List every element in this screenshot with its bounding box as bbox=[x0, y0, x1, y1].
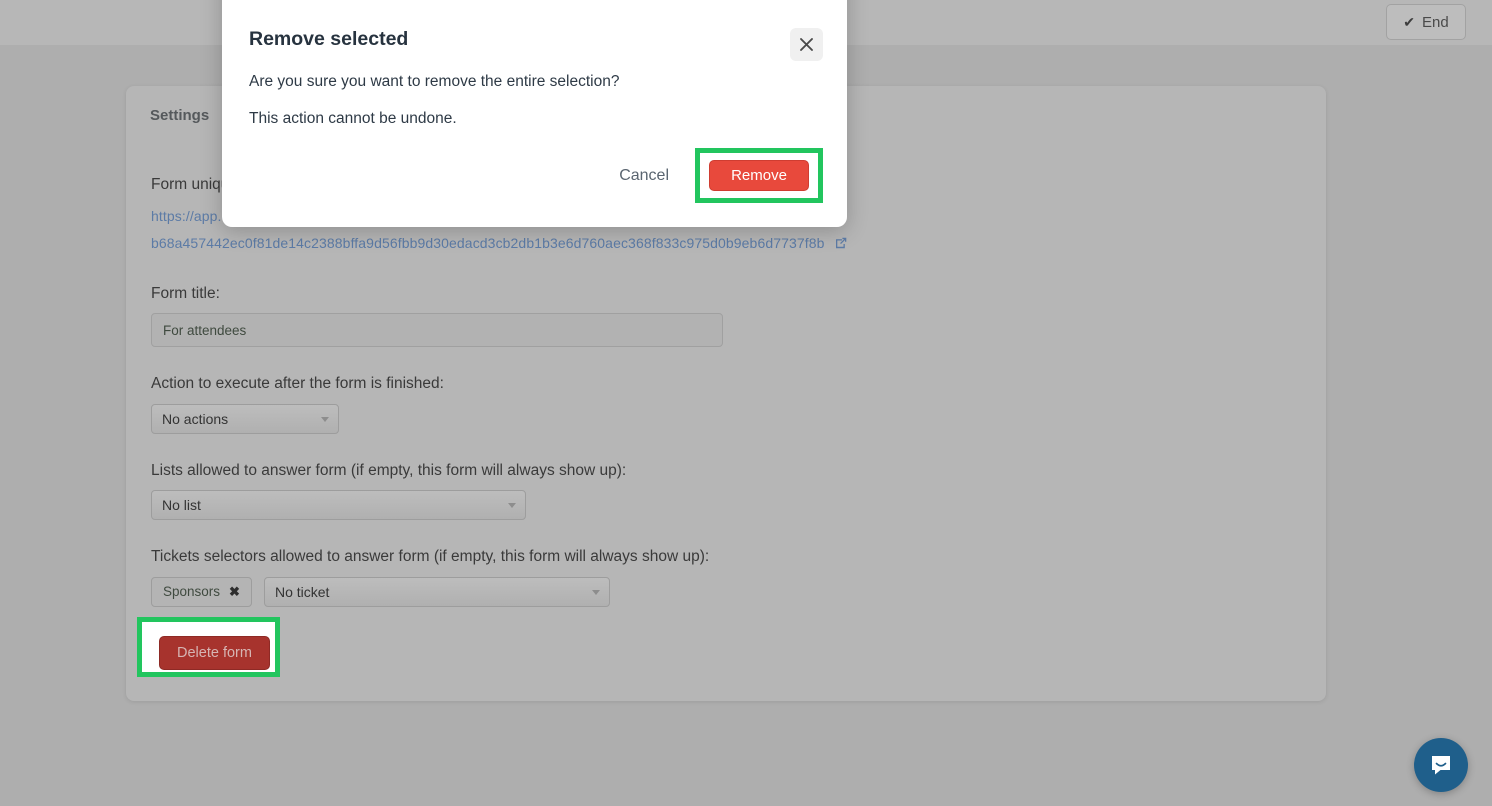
tickets-select-value: No ticket bbox=[274, 583, 330, 600]
external-link-icon[interactable] bbox=[834, 233, 848, 257]
close-icon[interactable] bbox=[790, 28, 823, 61]
lists-select-value: No list bbox=[162, 497, 201, 514]
lists-label: Lists allowed to answer form (if empty, … bbox=[151, 461, 627, 479]
action-select[interactable]: No actions bbox=[151, 403, 339, 434]
cancel-button[interactable]: Cancel bbox=[605, 159, 683, 193]
form-title-label: Form title: bbox=[151, 284, 220, 302]
delete-form-button[interactable]: Delete form bbox=[159, 636, 270, 670]
modal-footer: Cancel Remove bbox=[605, 148, 823, 203]
remove-button[interactable]: Remove bbox=[709, 160, 809, 191]
remove-selected-modal: Remove selected Are you sure you want to… bbox=[222, 0, 847, 227]
ticket-chip-sponsors[interactable]: Sponsors ✖ bbox=[151, 576, 252, 607]
remove-button-highlight: Remove bbox=[695, 148, 823, 203]
check-icon: ✔ bbox=[1403, 14, 1416, 30]
tickets-select[interactable]: No ticket bbox=[263, 576, 610, 607]
action-label: Action to execute after the form is fini… bbox=[151, 375, 444, 393]
close-x-icon[interactable]: ✖ bbox=[229, 584, 240, 600]
lists-select[interactable]: No list bbox=[151, 490, 526, 521]
chevron-down-icon bbox=[591, 589, 600, 595]
chevron-down-icon bbox=[321, 416, 329, 422]
end-button[interactable]: ✔ End bbox=[1386, 4, 1466, 40]
chat-bubble-icon bbox=[1432, 756, 1450, 775]
modal-title: Remove selected bbox=[249, 28, 409, 50]
modal-body: Are you sure you want to remove the enti… bbox=[249, 74, 820, 147]
settings-form: Form unique url: https://app.example.com… bbox=[151, 174, 1306, 607]
chat-widget-button[interactable] bbox=[1414, 738, 1468, 792]
chevron-down-icon bbox=[508, 503, 516, 509]
tickets-row: Sponsors ✖ No ticket bbox=[151, 576, 1306, 607]
tab-settings[interactable]: Settings bbox=[144, 103, 215, 128]
app-root: ✔ End Settings Form unique url: https://… bbox=[0, 0, 1492, 806]
action-select-value: No actions bbox=[162, 410, 229, 427]
form-title-input[interactable]: For attendees bbox=[151, 313, 723, 348]
modal-body-line-2: This action cannot be undone. bbox=[249, 109, 457, 127]
ticket-chip-label: Sponsors bbox=[163, 584, 221, 599]
form-unique-url-line-2[interactable]: b68a457442ec0f81de14c2388bffa9d56fbb9d30… bbox=[151, 231, 1306, 257]
tickets-label: Tickets selectors allowed to answer form… bbox=[151, 548, 710, 566]
end-button-label: End bbox=[1422, 13, 1449, 31]
delete-form-highlight: Delete form bbox=[137, 617, 280, 677]
form-unique-url-line-2-text: b68a457442ec0f81de14c2388bffa9d56fbb9d30… bbox=[151, 234, 825, 251]
modal-body-line-1: Are you sure you want to remove the enti… bbox=[249, 73, 620, 90]
